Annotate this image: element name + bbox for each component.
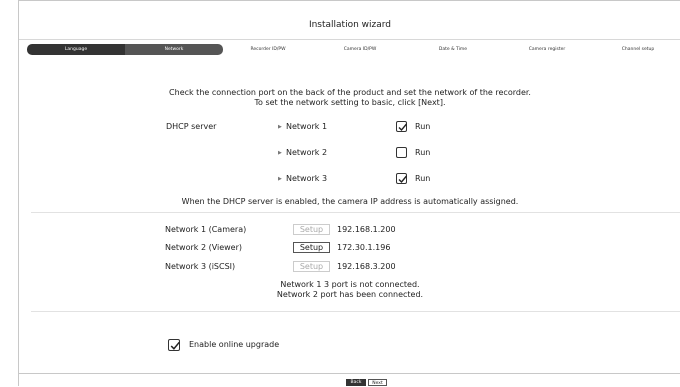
port-network-1-ip: 192.168.1.200 [337, 225, 396, 234]
enable-online-upgrade-label: Enable online upgrade [189, 340, 280, 349]
dhcp-network-2-label: Network 2 [286, 148, 328, 157]
triangle-right-icon: ▶ [278, 176, 282, 182]
step-camera-id-pw[interactable]: Camera ID/PW [313, 44, 407, 55]
step-recorder-id-pw[interactable]: Recorder ID/PW [223, 44, 313, 55]
dhcp-network-2-run-label: Run [415, 148, 431, 157]
title-divider [19, 39, 680, 40]
dhcp-note: When the DHCP server is enabled, the cam… [181, 197, 519, 206]
port-network-2-setup-button[interactable]: Setup [293, 242, 330, 253]
step-camera-register[interactable]: Camera register [499, 44, 595, 55]
dhcp-network-1-checkbox[interactable] [396, 121, 408, 132]
connection-status-line-1: Network 1 3 port is not connected. [280, 280, 420, 289]
footer-divider [19, 373, 680, 374]
step-date-time[interactable]: Date & Time [407, 44, 499, 55]
step-network[interactable]: Network [125, 44, 223, 55]
intro-line-1: Check the connection port on the back of… [169, 88, 531, 97]
triangle-right-icon: ▶ [278, 150, 282, 156]
dhcp-network-1-run-label: Run [415, 122, 431, 131]
checkmark-icon [398, 175, 408, 184]
section-divider [31, 311, 680, 312]
port-network-3-ip: 192.168.3.200 [337, 262, 396, 271]
dhcp-network-1-label: Network 1 [286, 122, 328, 131]
port-network-2-label: Network 2 (Viewer) [165, 243, 243, 252]
port-network-2-ip: 172.30.1.196 [337, 243, 391, 252]
port-network-3-setup-button[interactable]: Setup [293, 261, 330, 272]
dhcp-network-3-checkbox[interactable] [396, 173, 408, 184]
intro-line-2: To set the network setting to basic, cli… [254, 98, 446, 107]
port-network-1-setup-button[interactable]: Setup [293, 224, 330, 235]
checkmark-icon [398, 123, 408, 132]
dhcp-server-label: DHCP server [166, 122, 217, 131]
port-network-3-label: Network 3 (iSCSI) [165, 262, 236, 271]
installation-wizard-window: Installation wizard Language Network Rec… [18, 0, 680, 386]
triangle-right-icon: ▶ [278, 124, 282, 130]
step-channel-setup[interactable]: Channel setup [595, 44, 680, 55]
wizard-steps: Language Network Recorder ID/PW Camera I… [27, 44, 680, 55]
port-network-1-label: Network 1 (Camera) [165, 225, 247, 234]
dhcp-network-3-label: Network 3 [286, 174, 328, 183]
connection-status-line-2: Network 2 port has been connected. [276, 290, 424, 299]
dhcp-network-3-run-label: Run [415, 174, 431, 183]
wizard-title: Installation wizard [308, 20, 392, 30]
section-divider [31, 212, 680, 213]
step-language[interactable]: Language [27, 44, 125, 55]
checkmark-icon [170, 341, 180, 350]
dhcp-network-2-checkbox[interactable] [396, 147, 407, 158]
enable-online-upgrade-checkbox[interactable] [168, 339, 180, 351]
